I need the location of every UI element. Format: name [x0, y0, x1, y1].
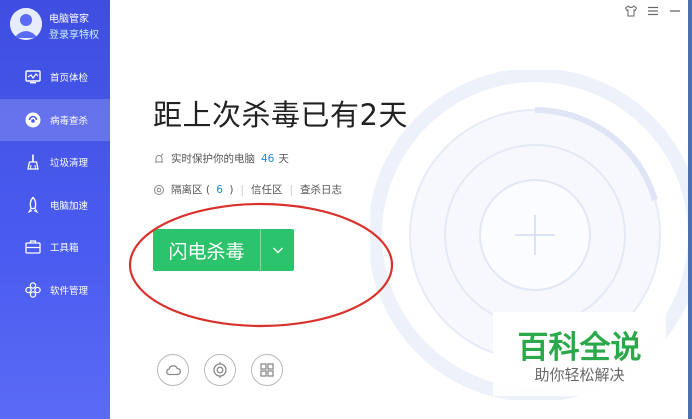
login-vip-link[interactable]: 登录享特权 [49, 26, 99, 41]
sidebar-item-label: 垃圾清理 [50, 158, 89, 170]
quarantine-paren-close: ) [229, 184, 234, 196]
watermark: 百科全说 助你轻松解决 [493, 312, 666, 396]
profile-area: 电脑管家 登录享特权 [0, 0, 110, 54]
menu-icon[interactable] [646, 4, 660, 18]
sidebar-item-virus-scan[interactable]: 病毒查杀 [0, 98, 110, 141]
broom-icon [24, 153, 42, 171]
cloud-scan-button[interactable] [157, 354, 189, 386]
shirt-icon[interactable] [624, 4, 638, 18]
scan-log-link[interactable]: 查杀日志 [300, 182, 342, 197]
rocket-icon [24, 196, 42, 214]
bell-icon [153, 152, 165, 165]
bottom-tools [157, 354, 283, 386]
target-icon [213, 362, 227, 378]
more-tools-button[interactable] [251, 354, 283, 386]
quick-scan-button[interactable]: 闪电杀毒 [153, 229, 260, 271]
scan-links-row: 隔离区 ( 6 ) | 信任区 | 查杀日志 [153, 182, 342, 197]
watermark-title: 百科全说 [517, 330, 642, 366]
sidebar-item-speedup[interactable]: 电脑加速 [0, 184, 110, 227]
sidebar-item-home-checkup[interactable]: 首页体检 [0, 56, 110, 99]
quarantine-paren-open: ( [205, 184, 210, 196]
link-separator: | [240, 183, 244, 196]
sidebar-item-label: 电脑加速 [50, 200, 89, 212]
realtime-protection-status: 实时保护你的电脑 46 天 [153, 151, 289, 166]
sidebar: 电脑管家 登录享特权 首页体检 病毒查杀 垃圾清理 电脑加速 工具箱 软件管理 [0, 0, 110, 419]
sidebar-item-toolbox[interactable]: 工具箱 [0, 226, 110, 269]
protection-days: 46 [261, 152, 275, 165]
targeted-scan-button[interactable] [204, 354, 236, 386]
trust-zone-link[interactable]: 信任区 [251, 182, 283, 197]
apps-icon [24, 281, 42, 299]
quarantine-count: 6 [216, 184, 223, 196]
watermark-subtitle: 助你轻松解决 [534, 366, 625, 384]
minimize-icon[interactable] [668, 4, 682, 18]
sidebar-item-label: 病毒查杀 [50, 115, 89, 127]
app-name: 电脑管家 [49, 14, 89, 25]
chevron-down-icon [272, 247, 283, 254]
scan-button-group: 闪电杀毒 [153, 229, 294, 271]
link-separator: | [289, 183, 294, 196]
protection-label: 实时保护你的电脑 [171, 153, 255, 165]
quarantine-label: 隔离区 [171, 184, 203, 196]
sidebar-item-software-manager[interactable]: 软件管理 [0, 269, 110, 312]
window-controls [624, 4, 682, 18]
sidebar-item-junk-clean[interactable]: 垃圾清理 [0, 141, 110, 184]
target-small-icon [153, 184, 165, 196]
page-title: 距上次杀毒已有2天 [153, 98, 408, 132]
sidebar-item-label: 软件管理 [50, 285, 89, 297]
grid-icon [260, 363, 274, 377]
toolbox-icon [24, 238, 42, 256]
sidebar-item-label: 首页体检 [50, 73, 89, 85]
sidebar-nav: 首页体检 病毒查杀 垃圾清理 电脑加速 工具箱 软件管理 [0, 56, 110, 311]
sidebar-item-label: 工具箱 [50, 243, 79, 255]
cloud-icon [166, 365, 181, 376]
monitor-icon [24, 68, 42, 86]
avatar[interactable] [10, 8, 42, 40]
window-edge [688, 0, 692, 419]
scan-dropdown-button[interactable] [261, 229, 294, 271]
protection-days-unit: 天 [278, 153, 289, 165]
quarantine-link[interactable]: 隔离区 ( 6 ) [171, 182, 233, 197]
shield-virus-icon [24, 111, 42, 129]
